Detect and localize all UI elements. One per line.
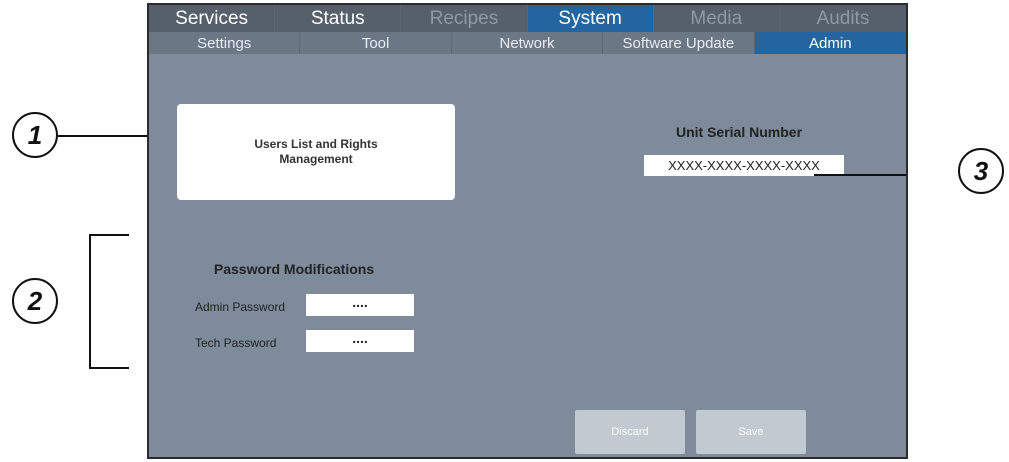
password-section-title: Password Modifications bbox=[213, 261, 375, 277]
callout-2-bracket-vertical bbox=[89, 234, 91, 369]
serial-number-field: XXXX-XXXX-XXXX-XXXX bbox=[644, 155, 844, 176]
callout-2-bracket-bottom bbox=[89, 367, 129, 369]
callout-2: 2 bbox=[12, 278, 58, 324]
subtab-admin[interactable]: Admin bbox=[754, 32, 906, 54]
admin-password-field[interactable]: .... bbox=[306, 294, 414, 316]
subtab-settings[interactable]: Settings bbox=[149, 32, 301, 54]
callout-3-leader bbox=[814, 174, 906, 176]
sub-tab-bar: Settings Tool Network Software Update Ad… bbox=[149, 32, 906, 54]
admin-password-label: Admin Password bbox=[195, 300, 286, 314]
tab-services[interactable]: Services bbox=[149, 5, 276, 32]
tab-recipes[interactable]: Recipes bbox=[401, 5, 528, 32]
tab-media[interactable]: Media bbox=[654, 5, 780, 32]
tab-status[interactable]: Status bbox=[275, 5, 402, 32]
save-button[interactable]: Save bbox=[696, 410, 806, 454]
admin-panel: Services Status Recipes System Media Aud… bbox=[147, 3, 908, 459]
tab-system[interactable]: System bbox=[527, 5, 654, 32]
main-tab-bar: Services Status Recipes System Media Aud… bbox=[149, 5, 906, 33]
tech-password-field[interactable]: .... bbox=[306, 330, 414, 352]
callout-2-bracket-top bbox=[89, 234, 129, 236]
subtab-software-update[interactable]: Software Update bbox=[603, 32, 755, 54]
callout-3: 3 bbox=[958, 148, 1004, 194]
users-rights-label: Users List and Rights Management bbox=[254, 137, 378, 166]
callout-1: 1 bbox=[12, 112, 58, 158]
serial-number-title: Unit Serial Number bbox=[675, 124, 803, 140]
subtab-network[interactable]: Network bbox=[452, 32, 604, 54]
subtab-tool[interactable]: Tool bbox=[300, 32, 452, 54]
tech-password-label: Tech Password bbox=[195, 336, 277, 350]
users-rights-button[interactable]: Users List and Rights Management bbox=[177, 104, 455, 200]
tab-audits[interactable]: Audits bbox=[780, 5, 906, 32]
discard-button[interactable]: Discard bbox=[575, 410, 685, 454]
